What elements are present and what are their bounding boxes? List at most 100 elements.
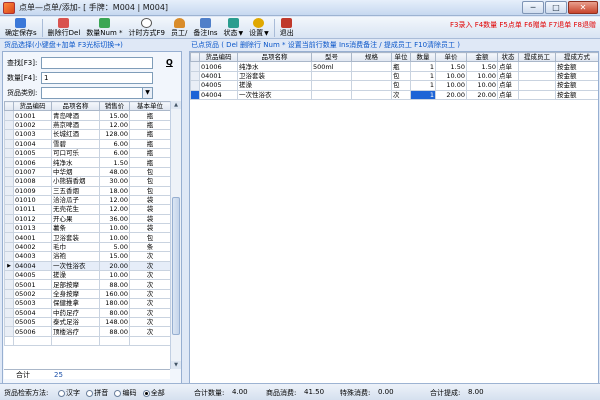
clock-icon	[141, 18, 153, 28]
timing-mode-button[interactable]: 计时方式F9	[126, 17, 168, 39]
column-header[interactable]: 数量	[410, 52, 436, 63]
table-cell: 卫浴套装	[237, 70, 312, 82]
column-header[interactable]: 金额	[466, 52, 498, 63]
table-cell: 20.00	[466, 89, 498, 100]
column-header[interactable]: 提成方式	[555, 52, 598, 63]
table-row[interactable]: 01006 纯净水 500ml 瓶 1 1.50 1.50 点单 按金额	[190, 61, 598, 72]
table-cell: 1.50	[435, 61, 467, 72]
table-cell: 12.00	[99, 194, 130, 206]
radio-code[interactable]	[114, 389, 122, 397]
table-cell: 01002	[13, 119, 52, 131]
quantity-field[interactable]	[41, 72, 153, 84]
table-row[interactable]: 04001 卫浴套装 10.00 包	[4, 232, 170, 243]
maximize-button[interactable]: □	[545, 1, 567, 14]
table-row[interactable]: 01007 中华烟 48.00 包	[4, 166, 170, 178]
close-button[interactable]: ✕	[568, 1, 598, 14]
table-cell: 保健推拿	[51, 298, 100, 309]
table-row[interactable]: 04005 搓澡包 1 10.00 10.00 点单 按金额	[190, 80, 598, 91]
column-header[interactable]: 货品编码	[199, 52, 238, 63]
radio-hanzi[interactable]	[58, 389, 65, 397]
note-button[interactable]: 备注Ins	[190, 17, 220, 39]
minimize-button[interactable]: ─	[522, 1, 544, 14]
table-cell: 雪碧	[51, 138, 100, 149]
table-row[interactable]: 01008 小熊猫香烟 30.00 包	[4, 176, 170, 187]
table-row[interactable]: 05002 全身按摩 160.00 次	[4, 288, 170, 300]
settings-button[interactable]: 设置▼	[246, 17, 272, 39]
table-cell: 包	[391, 70, 411, 82]
exit-button[interactable]: 退出	[277, 17, 297, 39]
table-row[interactable]: 01011 无壳花生 12.00 袋	[4, 204, 170, 215]
table-cell[interactable]: 1	[410, 61, 436, 72]
column-header[interactable]: 品项名称	[51, 101, 100, 112]
staff-button[interactable]: 员工/	[168, 17, 190, 39]
column-header[interactable]: 提成员工	[518, 52, 556, 63]
quantity-button[interactable]: 数量Num *	[83, 17, 125, 39]
delete-row-button[interactable]: 删除行Del	[45, 17, 84, 39]
column-header[interactable]: 型号	[311, 52, 352, 63]
table-row[interactable]: 01003 长城红酒 128.00 瓶	[4, 129, 170, 140]
table-row[interactable]: 05005 泰式足浴 148.00 次	[4, 316, 170, 328]
column-header[interactable]: 货品编码	[13, 101, 52, 112]
table-row[interactable]: 01005 可口可乐 6.00 瓶	[4, 147, 170, 159]
table-row[interactable]: 04002 毛巾 5.00 条	[4, 241, 170, 253]
table-cell: 瓶	[129, 138, 170, 149]
table-cell	[351, 89, 392, 100]
category-select[interactable]: ▼	[41, 87, 153, 99]
table-row[interactable]: 05001 足部按摩 88.00 次	[4, 279, 170, 290]
table-row[interactable]: 04001 卫浴套装包 1 10.00 10.00 点单 按金额	[190, 70, 598, 82]
table-cell[interactable]: 1	[410, 70, 436, 82]
search-input[interactable]	[41, 57, 153, 69]
table-row[interactable]: 04003 浴袍 15.00 次	[4, 251, 170, 262]
table-cell: 青岛啤酒	[51, 110, 100, 121]
table-row[interactable]: 01001 青岛啤酒 15.00 瓶	[4, 110, 170, 121]
table-cell: 可口可乐	[51, 147, 100, 159]
table-cell: 次	[129, 270, 170, 281]
table-row[interactable]: 01013 薯条 10.00 袋	[4, 223, 170, 234]
column-header[interactable]: 单价	[435, 52, 467, 63]
table-cell[interactable]: 1	[410, 89, 436, 100]
chevron-down-icon: ▼	[264, 29, 269, 37]
column-header[interactable]: 销售价	[99, 101, 130, 112]
query-button[interactable]: Q	[166, 58, 173, 67]
table-cell: 04004	[13, 260, 52, 272]
status-button[interactable]: 状态▼	[221, 17, 247, 39]
chevron-down-icon[interactable]: ▼	[142, 88, 152, 98]
chevron-down-icon: ▼	[238, 29, 244, 37]
table-cell: 中药足疗	[51, 307, 100, 319]
scroll-up-icon[interactable]: ▲	[171, 101, 181, 109]
save-button[interactable]: 确定保存s	[2, 17, 40, 39]
radio-pinyin[interactable]	[86, 389, 94, 397]
table-cell: 条	[129, 241, 170, 253]
table-cell: 01007	[13, 166, 52, 178]
table-cell: 20.00	[435, 89, 467, 100]
column-header[interactable]: 品项名称	[237, 52, 312, 63]
table-row[interactable]: 01004 雪碧 6.00 瓶	[4, 138, 170, 149]
scroll-down-icon[interactable]: ▼	[171, 361, 181, 369]
table-cell[interactable]: 1	[410, 80, 436, 91]
table-row[interactable]: 01002 燕京啤酒 12.00 瓶	[4, 119, 170, 131]
table-cell: 次	[129, 279, 170, 290]
column-header[interactable]: 规格	[351, 52, 392, 63]
column-header[interactable]: 基本单位	[129, 101, 170, 112]
product-table-scrollbar[interactable]: ▲ ▼	[170, 101, 181, 369]
title-bar: 点单—点单/添加- [ 手牌：M004 | M004] ─ □ ✕	[0, 0, 600, 16]
table-row[interactable]: 01010 洽洽瓜子 12.00 袋	[4, 194, 170, 206]
table-cell: 无壳花生	[51, 204, 100, 215]
table-row[interactable]: ▶ 04004 一次性浴衣 20.00 次	[4, 260, 170, 272]
row-marker	[4, 204, 14, 215]
table-row[interactable]: 01012 开心果 36.00 袋	[4, 213, 170, 225]
column-header[interactable]: 单位	[391, 52, 411, 63]
radio-all[interactable]	[142, 389, 150, 397]
table-row[interactable]: 01009 三五香烟 18.00 包	[4, 185, 170, 196]
table-row[interactable]: 05003 保健推拿 180.00 次	[4, 298, 170, 309]
column-header[interactable]: 状态	[497, 52, 519, 63]
row-marker	[4, 232, 14, 243]
table-cell: 顶楼浴疗	[51, 326, 100, 337]
table-row[interactable]: 04004 一次性浴衣次 1 20.00 20.00 点单 按金额	[190, 89, 598, 100]
table-row[interactable]: 04005 搓澡 10.00 次	[4, 270, 170, 281]
table-row[interactable]: 01006 纯净水 1.50 瓶	[4, 157, 170, 168]
table-cell: 燕京啤酒	[51, 119, 100, 131]
table-row[interactable]: 05004 中药足疗 80.00 次	[4, 307, 170, 319]
table-row[interactable]: 05006 顶楼浴疗 88.00 次	[4, 326, 170, 337]
scrollbar-thumb[interactable]	[172, 197, 180, 335]
